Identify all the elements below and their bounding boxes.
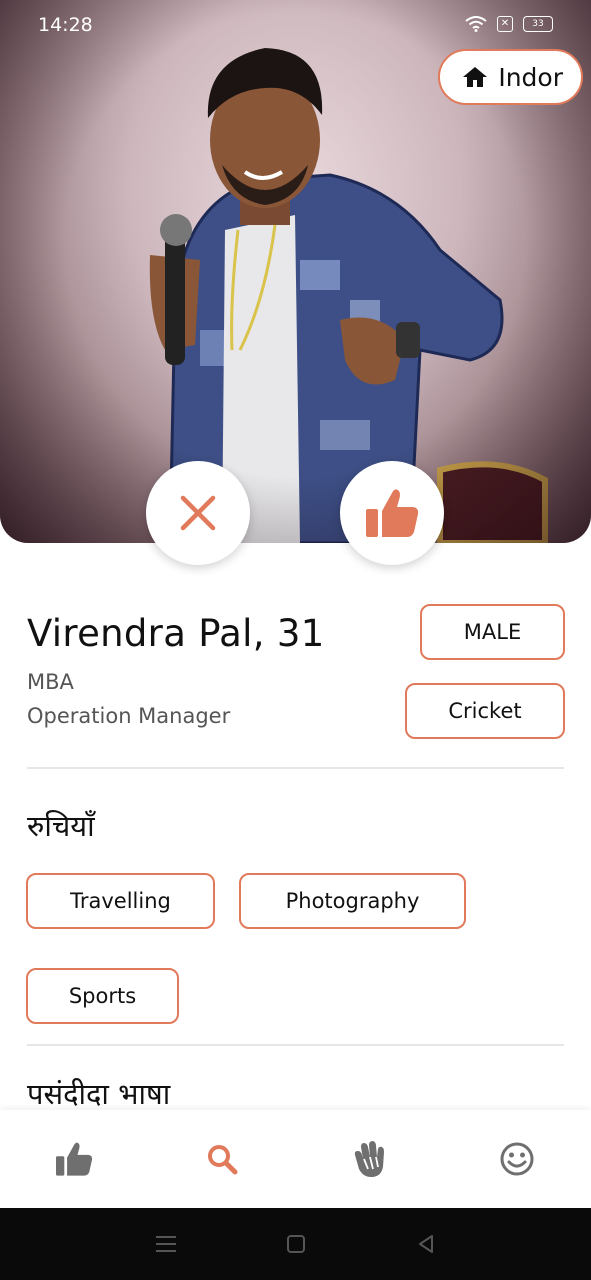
back-icon[interactable] [416,1234,436,1254]
interest-chip: Sports [26,968,179,1024]
search-icon [207,1145,238,1175]
reject-button[interactable] [146,461,250,565]
interest-chip: Travelling [26,873,215,929]
nav-profile[interactable] [477,1119,557,1199]
battery-level: 33 [532,19,544,29]
location-button[interactable]: Indor [438,49,583,105]
nav-waves[interactable] [329,1119,409,1199]
thumbs-up-icon [366,489,419,537]
gender-tag: MALE [420,604,565,660]
profile-education: MBA [27,670,74,694]
menu-icon[interactable] [155,1235,177,1253]
interests-title: रुचियाँ [27,809,95,843]
like-button[interactable] [340,461,444,565]
no-sim-icon: ✕ [497,16,513,32]
battery-icon: 33 [523,16,553,32]
status-bar: 14:28 ✕ 33 [0,0,591,52]
system-navigation-bar [0,1208,591,1280]
profile-occupation: Operation Manager [27,704,231,728]
smiley-icon [500,1142,534,1176]
thumbs-up-icon [55,1142,92,1176]
divider [27,767,564,769]
wave-hand-icon [355,1141,385,1177]
divider [27,1044,564,1046]
status-icons: ✕ 33 [465,16,553,32]
profile-name-age: Virendra Pal, 31 [27,612,325,655]
nav-search[interactable] [182,1119,262,1199]
bottom-navigation [0,1110,591,1208]
sport-tag: Cricket [405,683,565,739]
nav-likes[interactable] [34,1119,114,1199]
wifi-icon [465,16,487,32]
languages-title: पसंदीदा भाषा [27,1077,171,1111]
home-square-icon[interactable] [286,1234,306,1254]
home-icon [463,67,488,87]
location-label: Indor [498,62,563,92]
close-icon [180,495,216,531]
status-time: 14:28 [38,14,93,36]
interest-chip: Photography [239,873,466,929]
